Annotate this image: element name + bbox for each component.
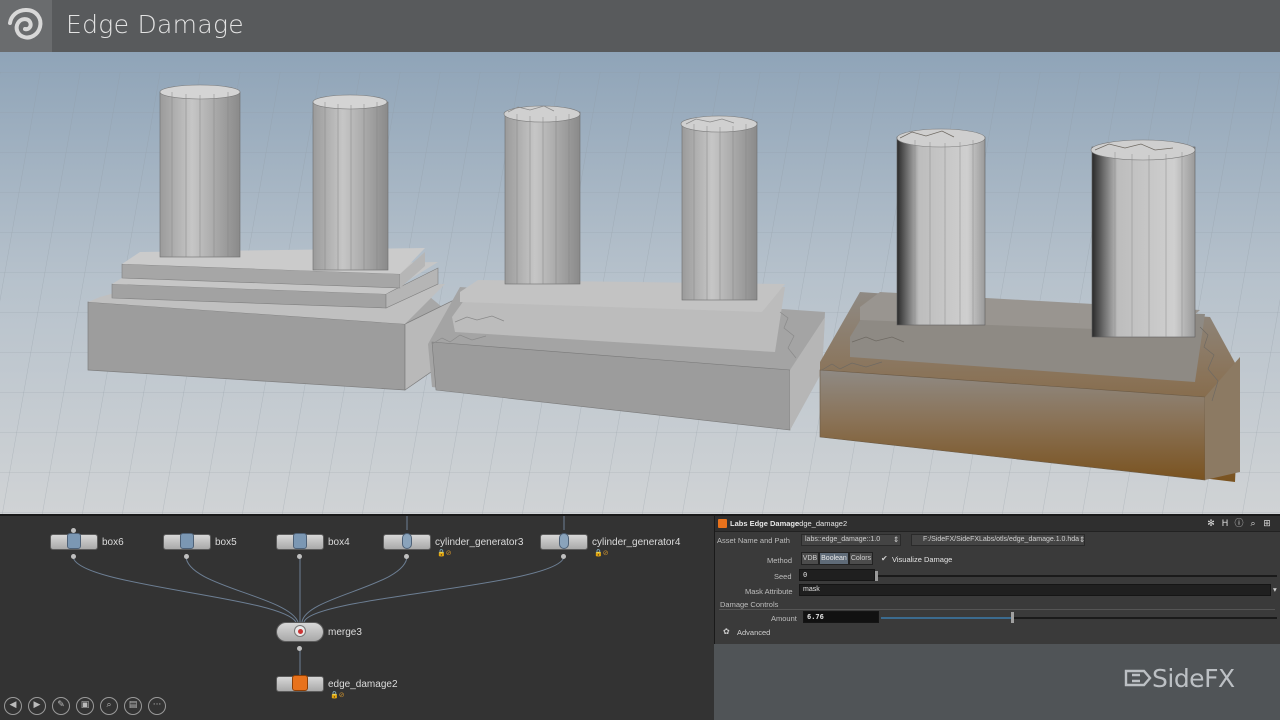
hda-icon bbox=[292, 675, 308, 691]
title-bar: Edge Damage bbox=[0, 0, 1280, 52]
info-icon[interactable]: ⓘ bbox=[1233, 518, 1245, 530]
asset-name-value: labs::edge_damage::1.0 bbox=[805, 536, 881, 543]
options-icon[interactable]: ⊞ bbox=[1261, 518, 1273, 530]
back-icon[interactable]: ◀ bbox=[4, 697, 22, 715]
amount-slider-fill bbox=[881, 617, 1011, 619]
parameter-header: Labs Edge Damage edge_damage2 ✻ H ⓘ ⌕ ⊞ bbox=[715, 516, 1280, 532]
asset-path-field[interactable]: F:/SideFX/SideFXLabs/otls/edge_damage.1.… bbox=[911, 534, 1085, 546]
node-flags: 🔒⊘ bbox=[437, 549, 452, 557]
box-icon bbox=[180, 533, 194, 549]
asset-path-stepper-icon[interactable]: ⇕ bbox=[1079, 535, 1085, 544]
method-boolean-button[interactable]: Boolean bbox=[819, 552, 849, 565]
viewport-scene bbox=[0, 52, 1280, 514]
more-icon[interactable]: ··· bbox=[148, 697, 166, 715]
houdini-logo-icon bbox=[0, 0, 52, 52]
scene-viewport[interactable] bbox=[0, 52, 1280, 514]
seed-slider-track[interactable] bbox=[877, 575, 1277, 577]
merge-icon bbox=[294, 625, 306, 637]
node-type-label: Labs Edge Damage bbox=[730, 519, 800, 528]
display-icon[interactable]: ▤ bbox=[124, 697, 142, 715]
parameter-panel: Labs Edge Damage edge_damage2 ✻ H ⓘ ⌕ ⊞ … bbox=[714, 514, 1280, 644]
seed-label: Seed bbox=[774, 572, 792, 581]
amount-field[interactable]: 6.76 bbox=[803, 611, 879, 623]
mask-dropdown-icon[interactable]: ▾ bbox=[1273, 585, 1277, 594]
gear-icon[interactable]: ✻ bbox=[1205, 518, 1217, 530]
cylinder-icon bbox=[559, 533, 569, 549]
sidefx-logo-icon bbox=[1124, 669, 1152, 687]
method-vdb-button[interactable]: VDB bbox=[801, 552, 819, 565]
zoom-icon[interactable]: ⌕ bbox=[100, 697, 118, 715]
search-icon[interactable]: ⌕ bbox=[1247, 518, 1259, 530]
amount-label: Amount bbox=[771, 614, 797, 623]
sidefx-logo-text: SideFX bbox=[1152, 664, 1235, 693]
section-divider bbox=[719, 609, 1275, 610]
layout-icon[interactable]: ▣ bbox=[76, 697, 94, 715]
help-icon[interactable]: H bbox=[1219, 518, 1231, 530]
box-icon bbox=[293, 533, 307, 549]
seed-slider-handle[interactable] bbox=[875, 571, 878, 581]
sidefx-logo: SideFX bbox=[1124, 664, 1235, 693]
box-icon bbox=[67, 533, 81, 549]
asset-name-field[interactable]: labs::edge_damage::1.0 bbox=[801, 534, 901, 546]
forward-icon[interactable]: ▶ bbox=[28, 697, 46, 715]
network-editor[interactable]: box6 box5 box4 cylinder_generator3 🔒⊘ cy… bbox=[0, 514, 714, 720]
damage-controls-label: Damage Controls bbox=[720, 600, 779, 609]
seed-field[interactable]: 0 bbox=[799, 569, 875, 581]
hda-icon bbox=[718, 519, 727, 528]
cylinder-icon bbox=[402, 533, 412, 549]
amount-slider-track[interactable] bbox=[881, 617, 1277, 619]
asset-name-label: Asset Name and Path bbox=[717, 536, 790, 545]
mask-attribute-field[interactable]: mask bbox=[799, 584, 1271, 596]
edit-icon[interactable]: ✎ bbox=[52, 697, 70, 715]
advanced-toggle-icon[interactable]: ✿ bbox=[723, 627, 730, 636]
asset-path-value: F:/SideFX/SideFXLabs/otls/edge_damage.1.… bbox=[923, 536, 1080, 543]
node-name-field[interactable]: edge_damage2 bbox=[795, 519, 847, 528]
visualize-checkbox[interactable]: ✔ bbox=[881, 554, 888, 563]
asset-name-stepper-icon[interactable]: ⇕ bbox=[893, 535, 899, 544]
advanced-label[interactable]: Advanced bbox=[737, 628, 770, 637]
visualize-label: Visualize Damage bbox=[892, 555, 953, 564]
mask-attribute-label: Mask Attribute bbox=[745, 587, 793, 596]
amount-slider-handle[interactable] bbox=[1011, 612, 1014, 623]
method-colors-button[interactable]: Colors bbox=[849, 552, 873, 565]
node-flags: 🔒⊘ bbox=[330, 691, 345, 699]
node-flags: 🔒⊘ bbox=[594, 549, 609, 557]
window-title: Edge Damage bbox=[66, 10, 244, 39]
method-label: Method bbox=[767, 556, 793, 565]
